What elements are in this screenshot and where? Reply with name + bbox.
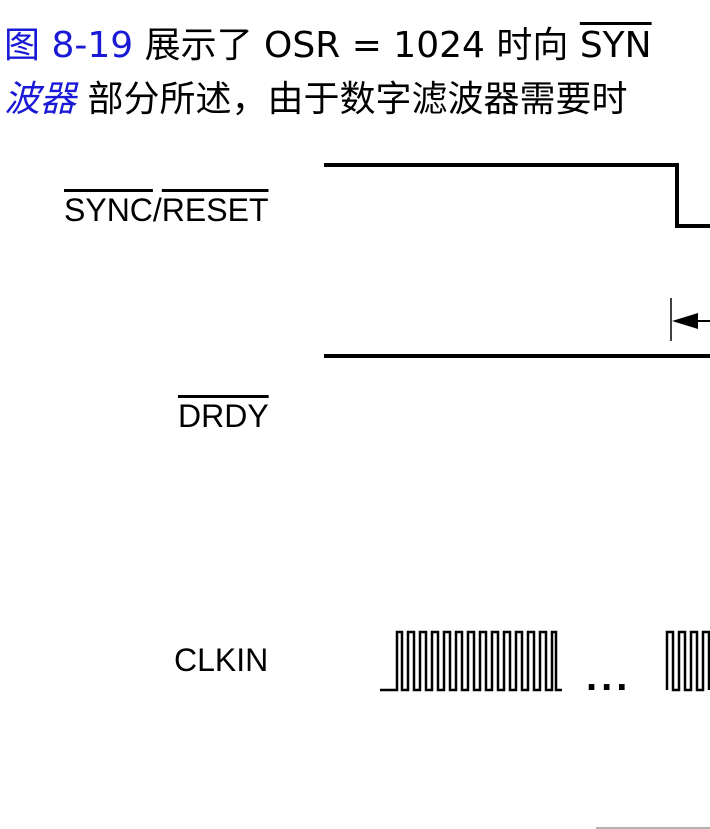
timing-arrow-head [672,313,698,329]
clkin-waveform-left [380,630,562,692]
clkin-ellipsis: ... [586,655,631,699]
timing-diagram: ... [324,163,710,829]
sync-reset-waveform [324,163,710,228]
clkin-waveform-right [665,630,710,692]
